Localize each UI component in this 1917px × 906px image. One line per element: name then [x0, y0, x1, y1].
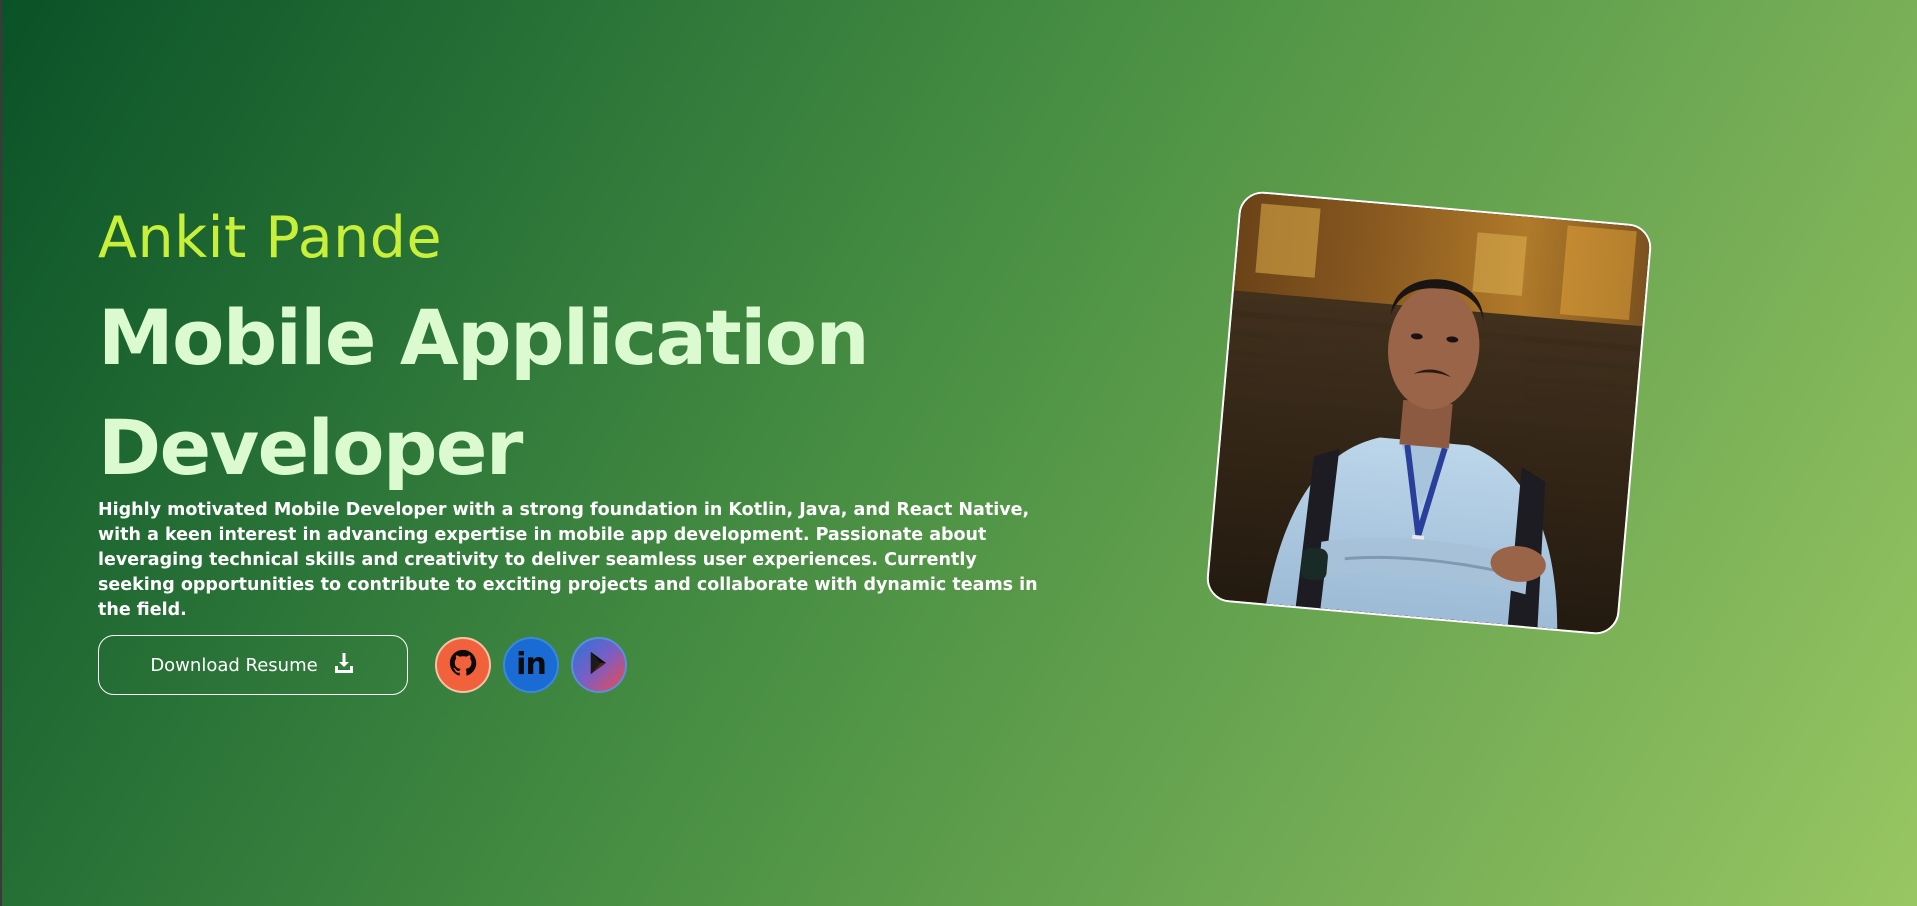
download-resume-label: Download Resume — [150, 654, 318, 676]
play-store-icon — [585, 649, 613, 681]
download-icon — [332, 651, 356, 680]
github-icon — [448, 648, 478, 682]
developer-name: Ankit Pande — [98, 205, 443, 271]
github-link[interactable] — [435, 637, 491, 693]
page-title: Mobile Application Developer — [98, 293, 870, 492]
linkedin-link[interactable]: in — [503, 637, 559, 693]
play-store-link[interactable] — [571, 637, 627, 693]
window-edge — [0, 0, 2, 906]
linkedin-icon: in — [516, 646, 547, 682]
bio-description: Highly motivated Mobile Developer with a… — [98, 500, 1038, 620]
hero-actions: Download Resume in — [98, 633, 627, 697]
profile-photo — [1204, 189, 1654, 637]
download-resume-button[interactable]: Download Resume — [98, 635, 408, 695]
social-links: in — [435, 637, 627, 693]
profile-photo-illustration — [1207, 191, 1651, 635]
